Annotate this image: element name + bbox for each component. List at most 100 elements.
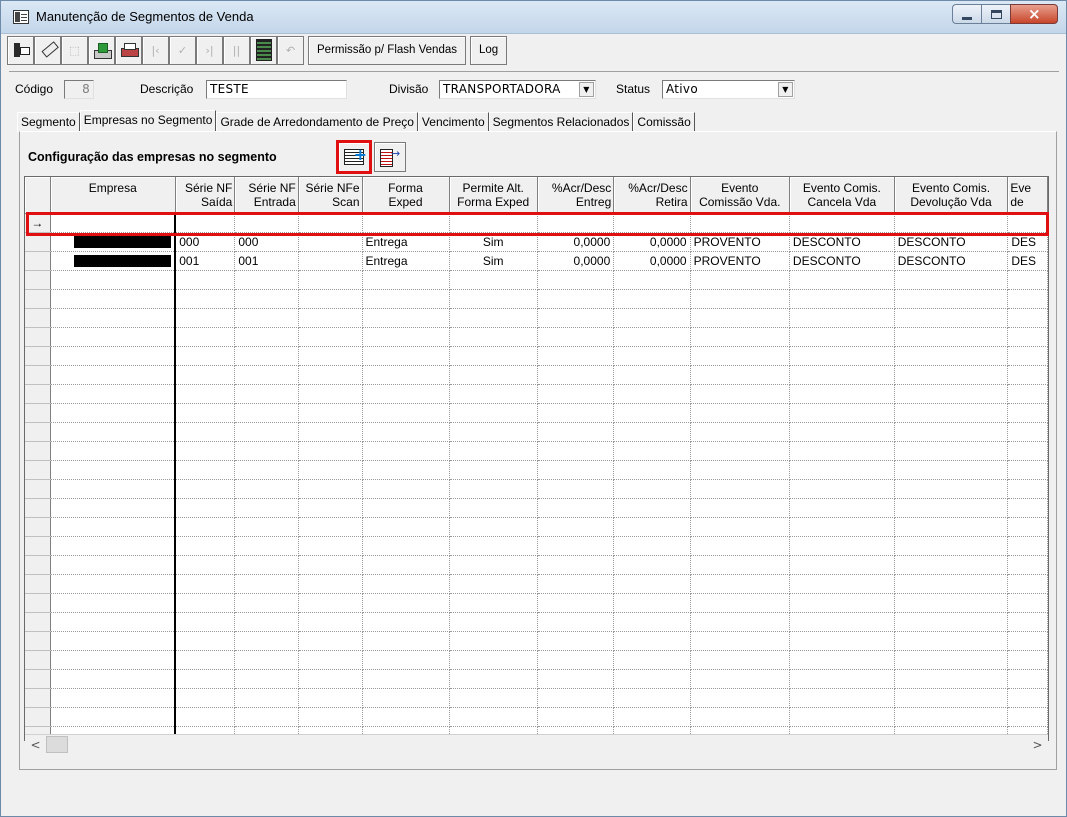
- cell[interactable]: [789, 289, 895, 309]
- cell[interactable]: [690, 213, 790, 233]
- cell-evento-extra[interactable]: DES: [1007, 232, 1048, 252]
- cell[interactable]: [894, 688, 1009, 708]
- cell[interactable]: [449, 612, 538, 632]
- cell[interactable]: [1007, 612, 1048, 632]
- cell[interactable]: [894, 707, 1009, 727]
- cell[interactable]: [175, 517, 236, 537]
- cell[interactable]: [690, 289, 790, 309]
- cell[interactable]: [362, 327, 450, 347]
- cell[interactable]: [789, 460, 895, 480]
- cell-evento-devolucao[interactable]: DESCONTO: [894, 232, 1009, 252]
- cell-evento-extra[interactable]: DES: [1007, 251, 1048, 271]
- cell[interactable]: [50, 270, 177, 290]
- cell[interactable]: [894, 574, 1009, 594]
- cell[interactable]: [1007, 669, 1048, 689]
- col-permite-alt[interactable]: Permite Alt. Forma Exped: [449, 177, 538, 214]
- cell[interactable]: [613, 479, 691, 499]
- cell-empresa[interactable]: [50, 232, 177, 252]
- col-empresa[interactable]: Empresa: [50, 177, 176, 214]
- table-row-empty[interactable]: [25, 270, 1048, 290]
- add-empresa-button[interactable]: [336, 140, 372, 174]
- cell[interactable]: [1007, 308, 1048, 328]
- col-evento-cancela[interactable]: Evento Comis. Cancela Vda: [789, 177, 895, 214]
- print-button[interactable]: [115, 35, 142, 65]
- cell[interactable]: [175, 403, 236, 423]
- cell[interactable]: [449, 308, 538, 328]
- cell[interactable]: [362, 631, 450, 651]
- cell[interactable]: [789, 707, 895, 727]
- table-row-empty[interactable]: [25, 498, 1048, 518]
- descricao-field[interactable]: TESTE: [206, 80, 347, 99]
- cell[interactable]: [1007, 384, 1048, 404]
- chevron-down-icon[interactable]: ▼: [778, 82, 793, 97]
- cell[interactable]: [1007, 460, 1048, 480]
- cell[interactable]: [690, 308, 790, 328]
- cell[interactable]: [1007, 536, 1048, 556]
- cell[interactable]: [298, 631, 363, 651]
- cell-evento-comissao[interactable]: PROVENTO: [690, 232, 790, 252]
- cell-acr-retira[interactable]: 0,0000: [613, 232, 691, 252]
- cell[interactable]: [234, 441, 299, 461]
- cell[interactable]: [449, 536, 538, 556]
- cell[interactable]: [1007, 498, 1048, 518]
- cell[interactable]: [234, 308, 299, 328]
- cell[interactable]: [175, 365, 236, 385]
- scroll-right-icon[interactable]: >: [1029, 736, 1046, 753]
- cell[interactable]: [234, 365, 299, 385]
- col-acr-entreg[interactable]: %Acr/Desc Entreg: [537, 177, 615, 214]
- cell[interactable]: [894, 479, 1009, 499]
- cell[interactable]: [894, 536, 1009, 556]
- cell[interactable]: [234, 669, 299, 689]
- cell[interactable]: [789, 650, 895, 670]
- cell[interactable]: [449, 631, 538, 651]
- cell[interactable]: [298, 707, 363, 727]
- cell[interactable]: [298, 555, 363, 575]
- cell[interactable]: [298, 612, 363, 632]
- cell[interactable]: [1007, 365, 1048, 385]
- cell[interactable]: [449, 346, 538, 366]
- cell[interactable]: [1007, 707, 1048, 727]
- cell[interactable]: [789, 270, 895, 290]
- cell[interactable]: [894, 517, 1009, 537]
- cell[interactable]: [789, 517, 895, 537]
- cell[interactable]: [449, 365, 538, 385]
- cell[interactable]: [894, 327, 1009, 347]
- cell[interactable]: [175, 308, 236, 328]
- cell[interactable]: [894, 631, 1009, 651]
- cell-serie-entrada[interactable]: 000: [234, 232, 299, 252]
- cell[interactable]: [537, 289, 615, 309]
- cell[interactable]: [234, 384, 299, 404]
- cell[interactable]: [234, 403, 299, 423]
- table-row-empty[interactable]: [25, 403, 1048, 423]
- cell[interactable]: [234, 422, 299, 442]
- cell[interactable]: [449, 479, 538, 499]
- cell[interactable]: [789, 612, 895, 632]
- cell[interactable]: [50, 536, 177, 556]
- cell[interactable]: [298, 460, 363, 480]
- table-row-empty[interactable]: [25, 612, 1048, 632]
- col-acr-retira[interactable]: %Acr/Desc Retira: [613, 177, 691, 214]
- cell[interactable]: [175, 346, 236, 366]
- cell-permite-alt[interactable]: Sim: [449, 251, 538, 271]
- cell[interactable]: [613, 669, 691, 689]
- cell[interactable]: [537, 384, 615, 404]
- cell[interactable]: [537, 555, 615, 575]
- maximize-button[interactable]: [981, 4, 1010, 24]
- cell[interactable]: [537, 270, 615, 290]
- cell[interactable]: [894, 650, 1009, 670]
- table-row-empty[interactable]: [25, 384, 1048, 404]
- table-row[interactable]: 000 000 Entrega Sim 0,0000 0,0000 PROVEN…: [25, 232, 1048, 252]
- cell[interactable]: [175, 593, 236, 613]
- cell[interactable]: [613, 441, 691, 461]
- cell[interactable]: [449, 669, 538, 689]
- cell[interactable]: [537, 327, 615, 347]
- cell[interactable]: [894, 384, 1009, 404]
- cell[interactable]: [298, 270, 363, 290]
- cell[interactable]: [50, 460, 177, 480]
- cell[interactable]: [50, 574, 177, 594]
- cell-evento-cancela[interactable]: DESCONTO: [789, 251, 895, 271]
- cell[interactable]: [50, 612, 177, 632]
- cell[interactable]: [50, 308, 177, 328]
- cell[interactable]: [298, 650, 363, 670]
- cell[interactable]: [894, 612, 1009, 632]
